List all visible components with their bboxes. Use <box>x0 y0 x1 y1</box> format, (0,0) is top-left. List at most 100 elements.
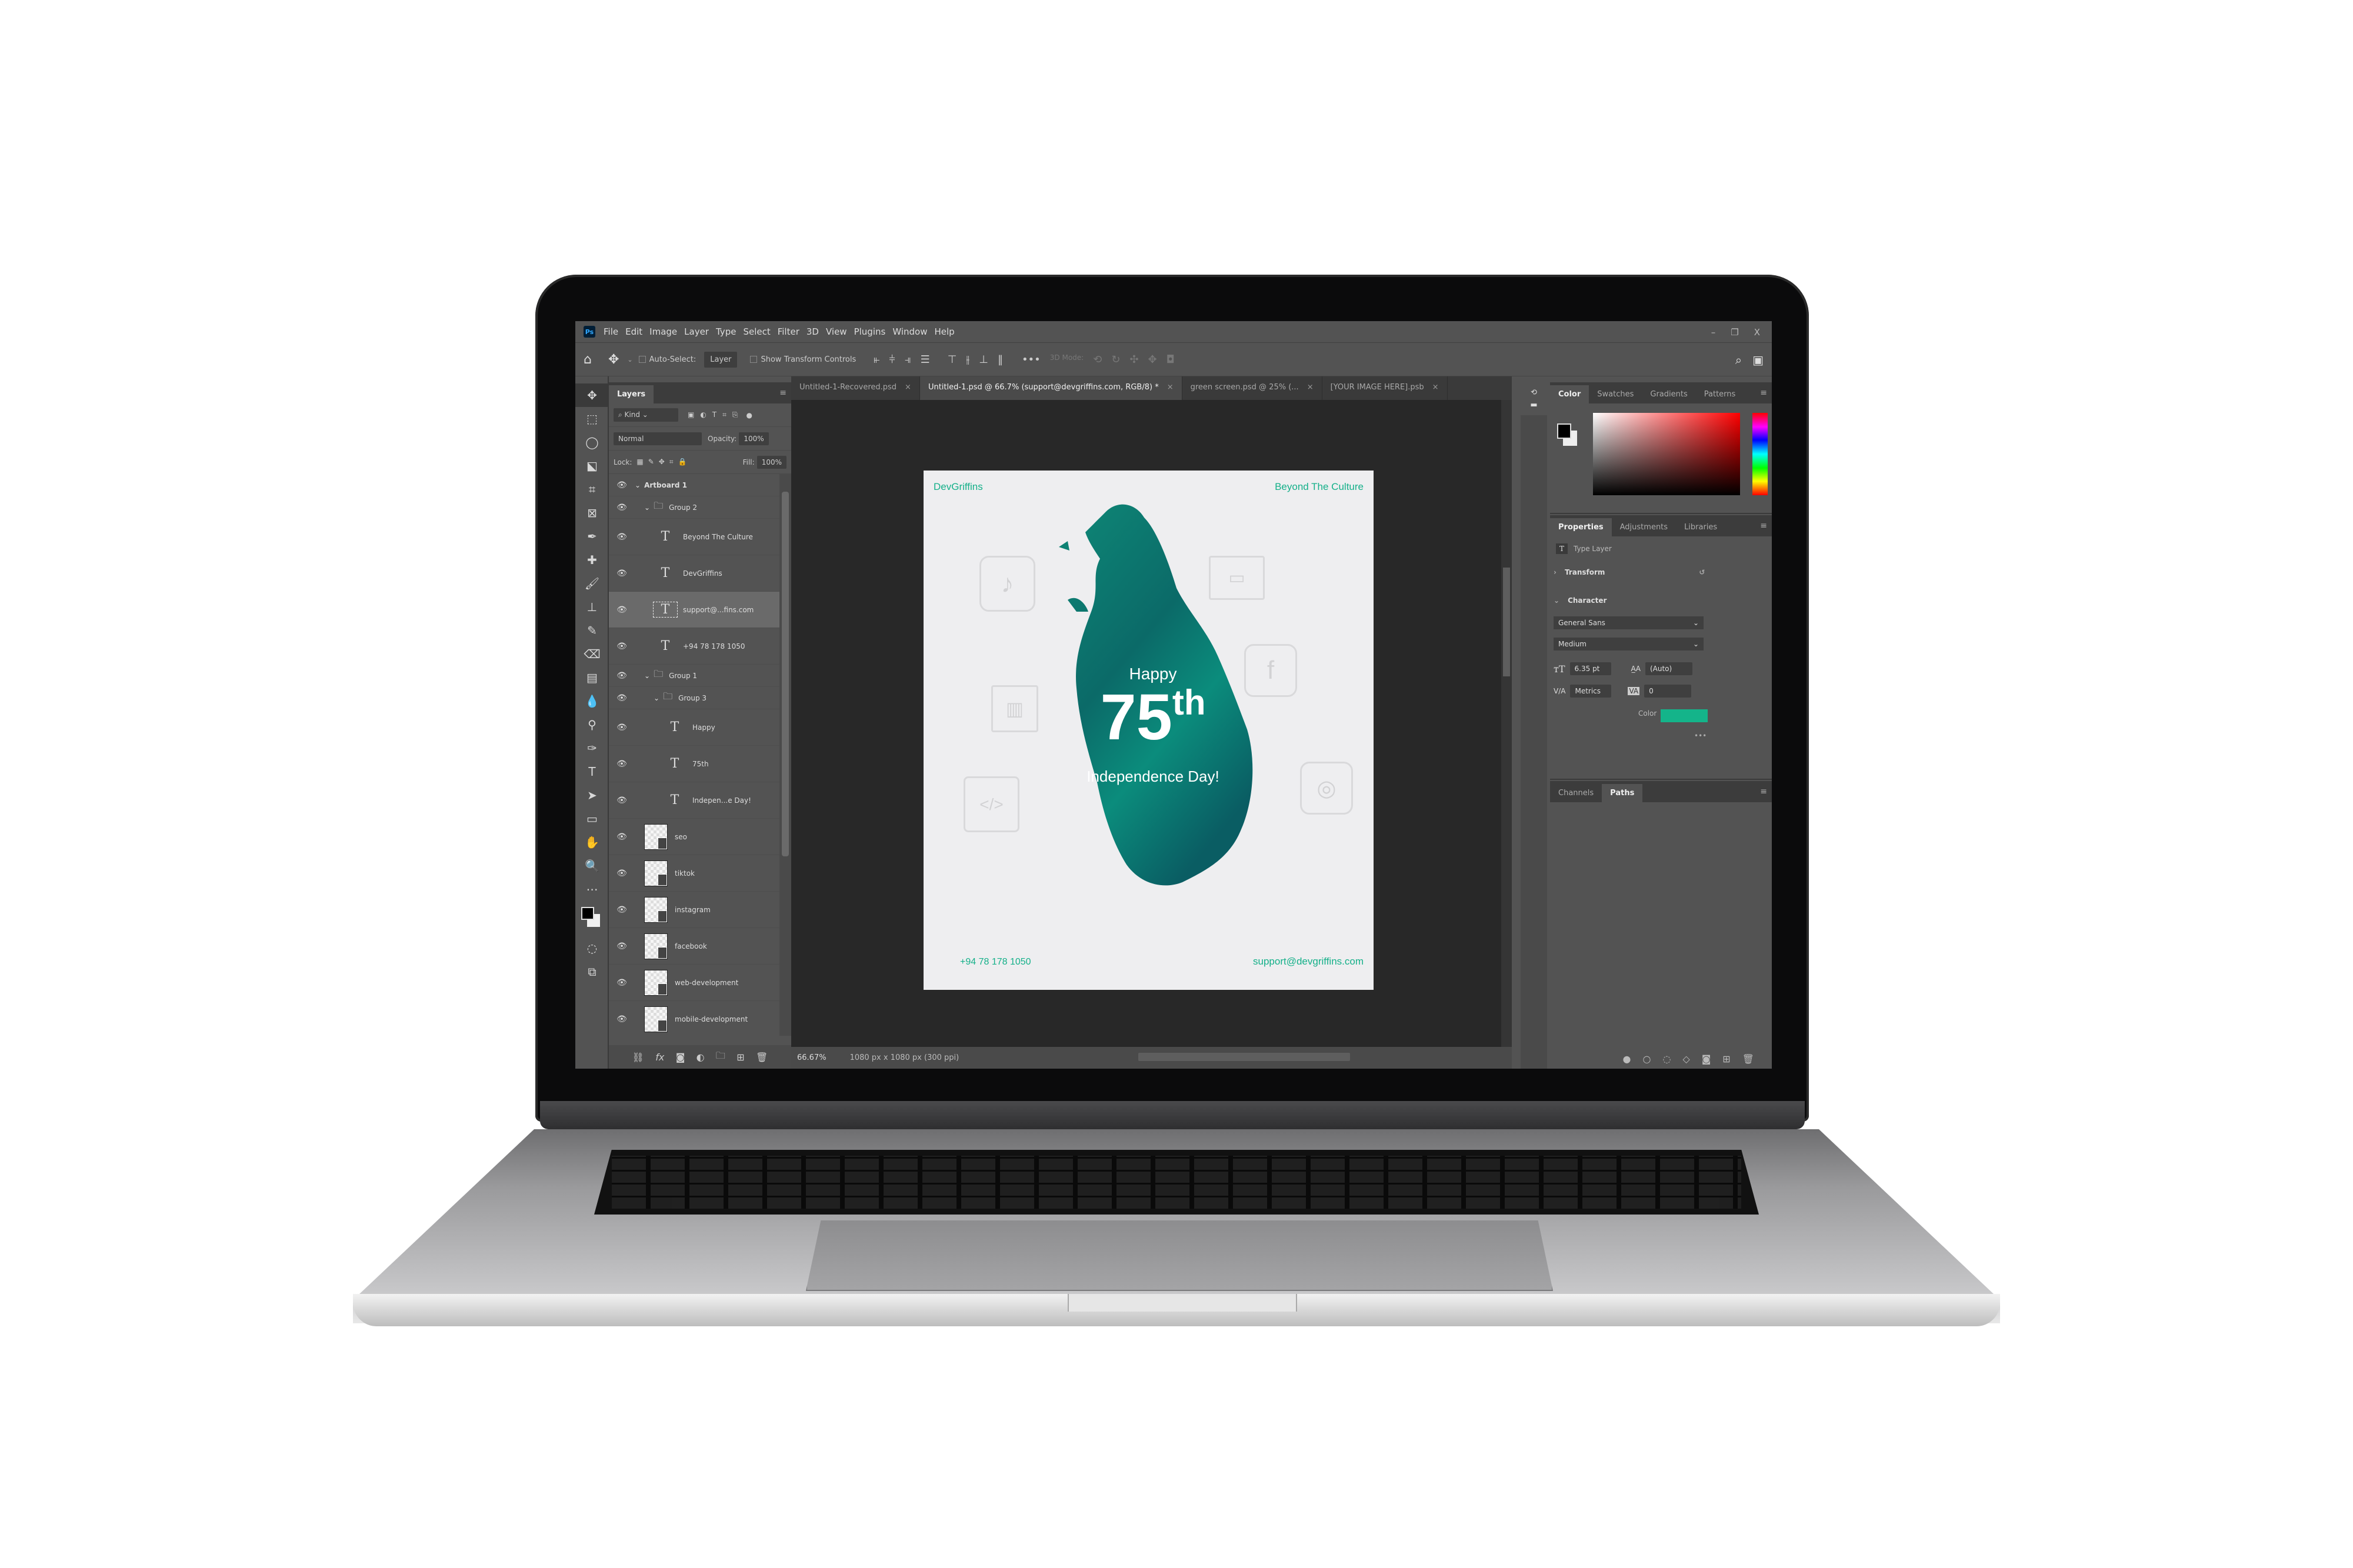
menu-select[interactable]: Select <box>743 326 770 337</box>
font-size-input[interactable]: 6.35 pt <box>1569 662 1611 675</box>
layer-filter-dropdown[interactable]: ⌕ Kind ⌄ <box>614 408 678 422</box>
workspace-icon[interactable]: ▣ <box>1752 353 1764 367</box>
new-layer-icon[interactable]: ⊞ <box>736 1052 744 1063</box>
tab-properties[interactable]: Properties <box>1550 518 1612 536</box>
visibility-eye-icon[interactable]: 👁 <box>609 796 635 805</box>
layer-row[interactable]: 👁 ⌄ 🗀 Group 3 <box>609 687 779 709</box>
filter-type-icons[interactable]: ▣◐T⌗⎘ <box>688 411 744 419</box>
crop-tool-icon[interactable]: ⌗ <box>575 478 609 501</box>
visibility-eye-icon[interactable]: 👁 <box>609 693 635 703</box>
stamp-tool-icon[interactable]: ⊥ <box>575 595 609 619</box>
layer-row[interactable]: 👁 web-development <box>609 965 779 1001</box>
marquee-tool-icon[interactable]: ⬚ <box>575 407 609 431</box>
close-button[interactable]: X <box>1754 327 1760 338</box>
lasso-tool-icon[interactable]: ◯ <box>575 431 609 454</box>
zoom-tool-icon[interactable]: 🔍 <box>575 854 609 878</box>
path-select-tool-icon[interactable]: ➤ <box>575 783 609 807</box>
visibility-eye-icon[interactable]: 👁 <box>609 481 635 490</box>
layer-row[interactable]: 👁 Tsupport@...fins.com <box>609 592 779 628</box>
foreground-color-chip[interactable] <box>1557 423 1571 439</box>
visibility-eye-icon[interactable]: 👁 <box>609 569 635 578</box>
layer-row[interactable]: 👁 T DevGriffins <box>609 555 779 592</box>
leading-input[interactable]: (Auto) <box>1645 662 1692 675</box>
tab-layers[interactable]: Layers <box>609 385 654 403</box>
visibility-eye-icon[interactable]: 👁 <box>609 942 635 951</box>
tab-adjustments[interactable]: Adjustments <box>1612 518 1676 536</box>
visibility-eye-icon[interactable]: 👁 <box>609 1015 635 1024</box>
layer-row[interactable]: 👁 ⌄ Artboard 1 <box>609 474 779 496</box>
blur-tool-icon[interactable]: 💧 <box>575 689 609 713</box>
auto-select-dropdown[interactable]: Layer <box>704 351 738 368</box>
menu-3d[interactable]: 3D <box>806 326 819 337</box>
layer-row[interactable]: 👁 ⌄ 🗀 Group 2 <box>609 496 779 519</box>
doc-tab[interactable]: Untitled-1-Recovered.psd × <box>791 376 920 400</box>
auto-select-checkbox[interactable] <box>638 356 646 363</box>
move-tool-icon[interactable]: ✥ <box>575 383 609 407</box>
menu-file[interactable]: File <box>604 326 618 337</box>
layer-row[interactable]: 👁 T 75th <box>609 746 779 782</box>
more-options-button[interactable]: ••• <box>1694 732 1707 740</box>
brush-tool-icon[interactable]: 🖌 <box>575 572 609 595</box>
font-style-dropdown[interactable]: Medium ⌄ <box>1554 638 1704 650</box>
layer-row[interactable]: 👁 ⌄ 🗀 Group 1 <box>609 665 779 687</box>
add-mask-icon[interactable]: ◙ <box>1702 1053 1711 1065</box>
history-icon[interactable]: ⟲ <box>1531 388 1537 397</box>
stroke-path-icon[interactable]: ○ <box>1643 1053 1651 1065</box>
quick-mask-icon[interactable]: ◌ <box>575 936 609 960</box>
healing-tool-icon[interactable]: ✚ <box>575 548 609 572</box>
fill-input[interactable]: 100% <box>756 455 786 469</box>
show-transform-checkbox[interactable] <box>750 356 758 363</box>
visibility-eye-icon[interactable]: 👁 <box>609 832 635 842</box>
menu-layer[interactable]: Layer <box>684 326 709 337</box>
visibility-eye-icon[interactable]: 👁 <box>609 723 635 732</box>
object-select-tool-icon[interactable]: ⬕ <box>575 454 609 478</box>
distribute-icon[interactable]: ☰ <box>921 353 930 366</box>
visibility-eye-icon[interactable]: 👁 <box>609 642 635 651</box>
search-icon[interactable]: ⌕ <box>1735 353 1742 367</box>
delete-layer-icon[interactable]: 🗑 <box>756 1052 768 1063</box>
menu-image[interactable]: Image <box>649 326 677 337</box>
visibility-eye-icon[interactable]: 👁 <box>609 605 635 615</box>
character-section[interactable]: ⌄ Character <box>1554 596 1607 605</box>
visibility-eye-icon[interactable]: 👁 <box>609 905 635 915</box>
align-center-h-icon[interactable]: ⫩ <box>889 353 895 366</box>
opacity-input[interactable]: 100% <box>739 432 769 445</box>
visibility-eye-icon[interactable]: 👁 <box>609 759 635 769</box>
more-options-button[interactable]: ••• <box>1022 353 1041 366</box>
canvas-vertical-scrollbar[interactable] <box>1501 400 1512 1047</box>
tab-color[interactable]: Color <box>1550 385 1589 403</box>
gradient-tool-icon[interactable]: ▤ <box>575 666 609 689</box>
layer-row[interactable]: 👁 T Indepen...e Day! <box>609 782 779 819</box>
canvas-horizontal-scrollbar[interactable] <box>1138 1053 1350 1061</box>
tracking-input[interactable]: 0 <box>1644 685 1692 698</box>
new-path-icon[interactable]: ⊞ <box>1722 1053 1730 1065</box>
layer-row[interactable]: 👁 tiktok <box>609 855 779 892</box>
screen-mode-icon[interactable]: ⧉ <box>575 960 609 983</box>
new-group-icon[interactable]: 🗀 <box>716 1049 725 1065</box>
tab-paths[interactable]: Paths <box>1602 784 1643 802</box>
eyedropper-tool-icon[interactable]: ✒ <box>575 525 609 548</box>
layer-row[interactable]: 👁 T +94 78 178 1050 <box>609 628 779 665</box>
visibility-eye-icon[interactable]: 👁 <box>609 978 635 987</box>
align-left-icon[interactable]: ⫦ <box>874 353 879 366</box>
adjustment-layer-icon[interactable]: ◐ <box>696 1052 705 1063</box>
add-mask-icon[interactable]: ◙ <box>676 1052 685 1063</box>
dodge-tool-icon[interactable]: ⚲ <box>575 713 609 736</box>
hue-slider[interactable] <box>1752 413 1768 495</box>
font-family-dropdown[interactable]: General Sans ⌄ <box>1554 616 1704 629</box>
reset-transform-icon[interactable]: ↺ <box>1699 568 1705 576</box>
restore-button[interactable]: ❐ <box>1731 327 1738 338</box>
frame-tool-icon[interactable]: ⊠ <box>575 501 609 525</box>
tab-patterns[interactable]: Patterns <box>1696 385 1744 403</box>
menu-edit[interactable]: Edit <box>625 326 642 337</box>
panel-menu-icon[interactable]: ≡ <box>1760 388 1767 398</box>
tab-libraries[interactable]: Libraries <box>1676 518 1725 536</box>
layer-row[interactable]: 👁 seo <box>609 819 779 855</box>
make-path-icon[interactable]: ◇ <box>1682 1053 1689 1065</box>
layer-row[interactable]: 👁 mobile-development <box>609 1001 779 1036</box>
menu-view[interactable]: View <box>826 326 847 337</box>
history-brush-tool-icon[interactable]: ✎ <box>575 619 609 642</box>
tab-swatches[interactable]: Swatches <box>1589 385 1642 403</box>
edit-toolbar-tool-icon[interactable]: ⋯ <box>575 878 609 901</box>
align-bottom-icon[interactable]: ⊥ <box>979 353 988 366</box>
